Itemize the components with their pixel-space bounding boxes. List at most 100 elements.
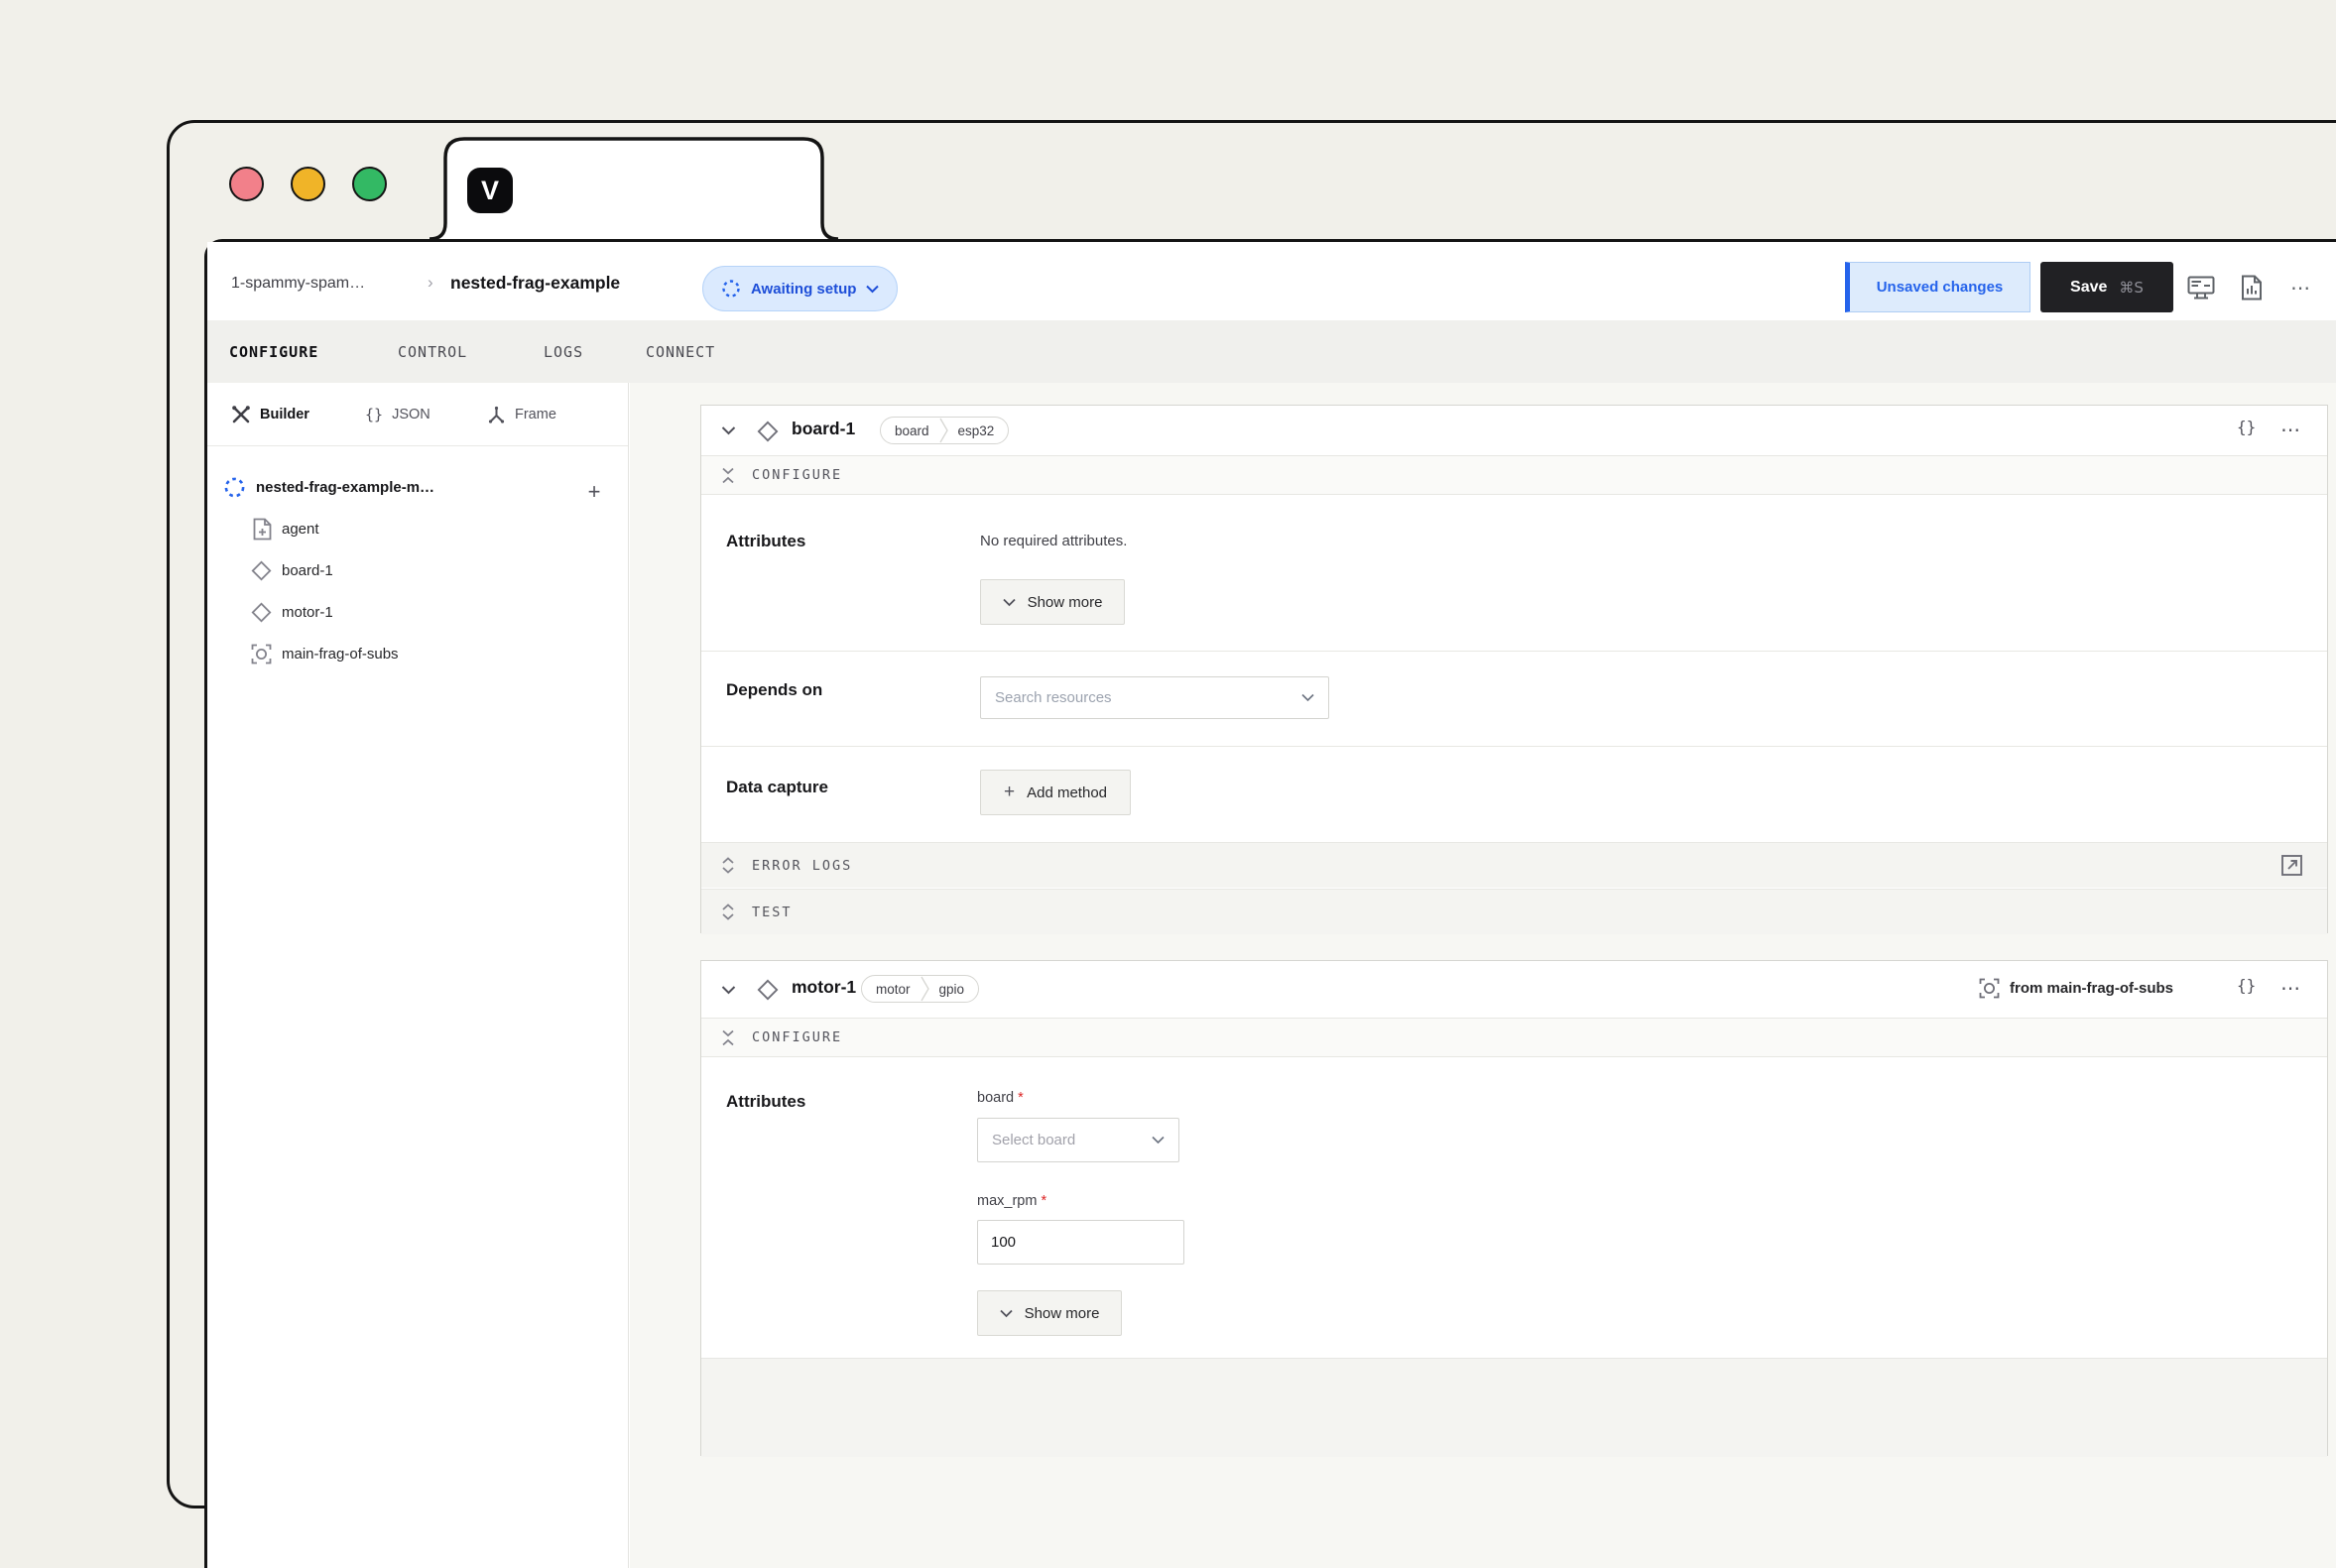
tag-type: motor: [862, 982, 924, 997]
field-name: max_rpm: [977, 1193, 1037, 1209]
machine-nav-tabs: CONFIGURE CONTROL LOGS CONNECT: [207, 320, 2336, 383]
tools-icon: [231, 405, 251, 424]
mode-json-label: JSON: [392, 407, 430, 422]
tree-item-label: motor-1: [282, 604, 333, 621]
resources-sidebar: Builder {} JSON Frame: [207, 383, 629, 1568]
tag-model: gpio: [925, 982, 979, 997]
section-error-logs-label: ERROR LOGS: [752, 858, 852, 874]
attributes-empty-text: No required attributes.: [980, 533, 1127, 549]
show-more-button[interactable]: Show more: [977, 1290, 1122, 1336]
unfold-less-icon: [721, 1029, 735, 1046]
tab-control[interactable]: CONTROL: [398, 320, 467, 383]
add-resource-button[interactable]: +: [580, 478, 608, 506]
tree-root-label: nested-frag-example-m…: [256, 479, 434, 496]
resource-card-board-1: board-1 board esp32 {} ⋯ CONFIG: [700, 405, 2328, 933]
app-topbar: 1-spammy-spam… › nested-frag-example Awa…: [207, 242, 2336, 320]
topbar-overflow-menu[interactable]: ⋯: [2290, 266, 2312, 309]
diamond-icon: [251, 560, 272, 581]
plus-icon: +: [1004, 782, 1015, 803]
machine-report-icon[interactable]: [2241, 266, 2263, 309]
chevron-down-icon: [1152, 1136, 1165, 1145]
mode-frame-label: Frame: [515, 407, 556, 422]
breadcrumb-current: nested-frag-example: [450, 273, 620, 294]
save-label: Save: [2070, 279, 2107, 297]
fragment-source: from main-frag-of-subs: [1979, 978, 2173, 999]
mode-frame[interactable]: Frame: [487, 383, 556, 446]
attributes-label: Attributes: [726, 1092, 805, 1112]
collapse-chevron-icon[interactable]: [721, 425, 736, 435]
tree-item-main-frag-of-subs[interactable]: main-frag-of-subs: [251, 637, 399, 670]
attributes-label: Attributes: [726, 532, 805, 551]
tab-connect[interactable]: CONNECT: [646, 320, 715, 383]
tree-item-label: agent: [282, 521, 319, 538]
fragment-source-label: from main-frag-of-subs: [2010, 980, 2173, 997]
depends-on-select[interactable]: Search resources: [980, 676, 1329, 719]
row-divider: [701, 746, 2327, 747]
show-more-label: Show more: [1028, 594, 1103, 611]
chevron-down-icon: [1301, 693, 1314, 702]
open-in-new-icon[interactable]: [2280, 854, 2303, 877]
tree-item-agent[interactable]: agent: [253, 512, 319, 545]
unfold-less-icon: [721, 467, 735, 484]
spinner-icon: [721, 279, 741, 299]
agent-file-icon: [253, 518, 272, 541]
breadcrumb-parent[interactable]: 1-spammy-spam…: [231, 275, 365, 293]
fragment-icon: [251, 644, 272, 664]
status-label: Awaiting setup: [751, 281, 856, 298]
tab-configure[interactable]: CONFIGURE: [229, 320, 318, 383]
save-button[interactable]: Save ⌘S: [2040, 262, 2173, 312]
card-header: board-1 board esp32 {} ⋯: [701, 406, 2327, 455]
tag-type: board: [881, 423, 943, 438]
config-main-area: board-1 board esp32 {} ⋯ CONFIG: [630, 383, 2336, 1568]
section-configure[interactable]: CONFIGURE: [701, 1018, 2327, 1057]
window-close-button[interactable]: [229, 167, 264, 201]
configure-body: Builder {} JSON Frame: [207, 383, 2336, 1568]
tree-item-label: board-1: [282, 562, 333, 579]
mode-builder[interactable]: Builder: [231, 383, 309, 446]
section-configure-label: CONFIGURE: [752, 1029, 842, 1045]
section-error-logs[interactable]: ERROR LOGS: [701, 842, 2327, 888]
machine-status-badge[interactable]: Awaiting setup: [702, 266, 898, 311]
tree-root-machine[interactable]: nested-frag-example-m…: [223, 470, 434, 504]
unsaved-changes-indicator[interactable]: Unsaved changes: [1845, 262, 2030, 312]
spinner-icon: [223, 476, 246, 499]
add-method-label: Add method: [1027, 784, 1107, 801]
show-more-label: Show more: [1025, 1305, 1100, 1322]
diamond-icon: [757, 421, 779, 442]
section-configure-label: CONFIGURE: [752, 467, 842, 483]
mode-json[interactable]: {} JSON: [365, 383, 430, 446]
unfold-more-icon: [721, 904, 735, 920]
tree-item-motor-1[interactable]: motor-1: [251, 595, 333, 629]
max-rpm-input[interactable]: [977, 1220, 1184, 1265]
diamond-icon: [757, 979, 779, 1001]
resource-type-tags: motor gpio: [861, 975, 979, 1003]
window-maximize-button[interactable]: [352, 167, 387, 201]
tag-model: esp32: [944, 423, 1009, 438]
mode-builder-label: Builder: [260, 407, 309, 422]
app-panel: 1-spammy-spam… › nested-frag-example Awa…: [204, 239, 2336, 1568]
raw-json-button[interactable]: {}: [2237, 418, 2256, 436]
raw-json-button[interactable]: {}: [2237, 976, 2256, 995]
window-minimize-button[interactable]: [291, 167, 325, 201]
next-section-strip: [701, 1358, 2327, 1457]
viam-logo: V: [467, 168, 513, 213]
section-configure[interactable]: CONFIGURE: [701, 455, 2327, 495]
unfold-more-icon: [721, 857, 735, 874]
resource-card-motor-1: motor-1 motor gpio: [700, 960, 2328, 1456]
tab-logs[interactable]: LOGS: [544, 320, 583, 383]
card-overflow-menu[interactable]: ⋯: [2280, 418, 2302, 441]
tree-item-board-1[interactable]: board-1: [251, 553, 333, 587]
board-select[interactable]: Select board: [977, 1118, 1179, 1162]
board-select-placeholder: Select board: [992, 1132, 1075, 1148]
section-test[interactable]: TEST: [701, 889, 2327, 934]
data-capture-label: Data capture: [726, 778, 828, 797]
show-more-button[interactable]: Show more: [980, 579, 1125, 625]
browser-window: V 1-spammy-spam… › nested-frag-example A…: [167, 120, 2336, 1508]
machine-monitor-icon[interactable]: [2187, 266, 2215, 309]
section-test-label: TEST: [752, 905, 793, 920]
row-divider: [701, 651, 2327, 652]
add-method-button[interactable]: + Add method: [980, 770, 1131, 815]
collapse-chevron-icon[interactable]: [721, 985, 736, 995]
resource-type-tags: board esp32: [880, 417, 1009, 444]
card-overflow-menu[interactable]: ⋯: [2280, 976, 2302, 1000]
